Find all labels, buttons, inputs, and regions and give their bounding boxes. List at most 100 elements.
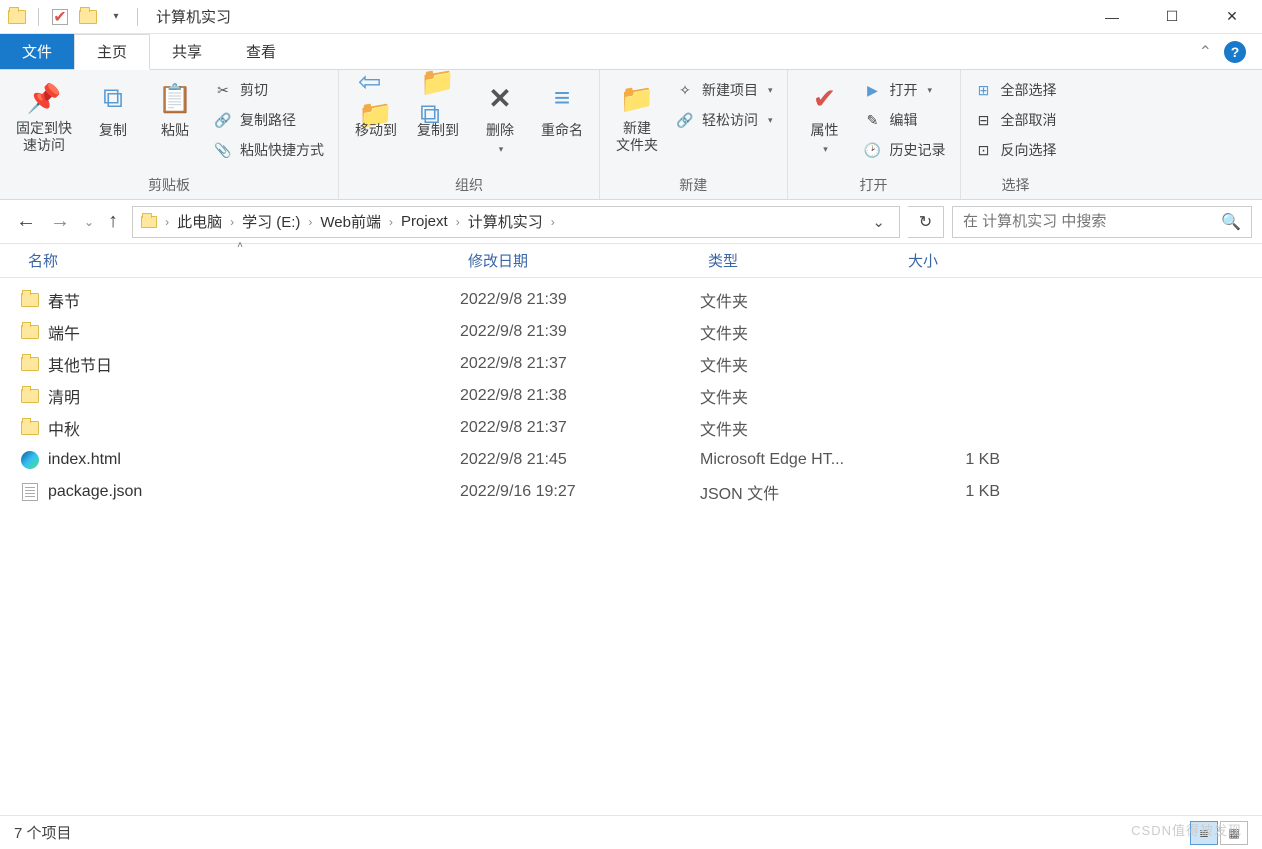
col-date[interactable]: 修改日期 [460, 250, 700, 271]
select-none-button[interactable]: ⊟全部取消 [971, 108, 1061, 132]
file-name: package.json [48, 483, 142, 501]
cut-icon: ✂ [214, 81, 232, 99]
paste-shortcut-button[interactable]: 📎粘贴快捷方式 [210, 138, 328, 162]
tab-view[interactable]: 查看 [224, 34, 298, 69]
select-all-button[interactable]: ⊞全部选择 [971, 78, 1061, 102]
minimize-button[interactable]: — [1082, 0, 1142, 34]
delete-button[interactable]: ✕删除▾ [473, 76, 527, 159]
copy-path-button[interactable]: 🔗复制路径 [210, 108, 328, 132]
select-all-icon: ⊞ [975, 81, 993, 99]
move-to-button[interactable]: ⇦📁移动到 [349, 76, 403, 144]
file-name: index.html [48, 451, 121, 469]
app-folder-icon[interactable] [6, 6, 28, 28]
watermark: CSDN值得被发现 [1131, 820, 1242, 839]
qat-dropdown-icon[interactable]: ▾ [105, 6, 127, 28]
edge-icon [20, 450, 40, 470]
new-folder-icon: 📁 [619, 80, 655, 116]
file-date: 2022/9/8 21:38 [460, 387, 700, 405]
group-label: 新建 [610, 173, 777, 197]
group-new: 📁新建 文件夹 ✧新建项目▾ 🔗轻松访问▾ 新建 [600, 70, 788, 199]
copy-button[interactable]: ⧉ 复制 [86, 76, 140, 144]
breadcrumb-item[interactable]: 计算机实习› [466, 211, 557, 232]
pin-icon: 📌 [26, 80, 62, 116]
back-button[interactable]: ← [16, 210, 36, 233]
tab-share[interactable]: 共享 [150, 34, 224, 69]
new-folder-button[interactable]: 📁新建 文件夹 [610, 76, 664, 158]
group-label: 组织 [349, 173, 589, 197]
breadcrumb-item[interactable]: Web前端› [318, 211, 395, 232]
file-row[interactable]: 中秋2022/9/8 21:37文件夹 [20, 412, 1262, 444]
cut-button[interactable]: ✂剪切 [210, 78, 328, 102]
breadcrumb-root-icon[interactable]: › [139, 215, 171, 229]
search-box[interactable]: 🔍 [952, 206, 1252, 238]
item-count: 7 个项目 [14, 822, 72, 843]
breadcrumb-item[interactable]: 学习 (E:)› [240, 211, 314, 232]
paste-button[interactable]: 📋 粘贴 [148, 76, 202, 144]
invert-selection-button[interactable]: ⊡反向选择 [971, 138, 1061, 162]
file-date: 2022/9/8 21:45 [460, 451, 700, 469]
tab-file[interactable]: 文件 [0, 34, 74, 69]
refresh-button[interactable]: ↻ [908, 206, 944, 238]
open-button[interactable]: ▶打开▾ [860, 78, 950, 102]
file-row[interactable]: package.json2022/9/16 19:27JSON 文件1 KB [20, 476, 1262, 508]
select-none-icon: ⊟ [975, 111, 993, 129]
search-input[interactable] [963, 213, 1221, 230]
file-row[interactable]: 端午2022/9/8 21:39文件夹 [20, 316, 1262, 348]
file-icon [20, 482, 40, 502]
file-row[interactable]: 春节2022/9/8 21:39文件夹 [20, 284, 1262, 316]
file-type: 文件夹 [700, 384, 900, 408]
pin-quickaccess-button[interactable]: 📌 固定到快 速访问 [10, 76, 78, 158]
breadcrumb-dropdown[interactable]: ⌄ [864, 213, 893, 231]
easy-access-button[interactable]: 🔗轻松访问▾ [672, 108, 777, 132]
open-folder-icon[interactable] [77, 6, 99, 28]
forward-button[interactable]: → [50, 210, 70, 233]
properties-button[interactable]: ✔属性▾ [798, 76, 852, 159]
new-item-button[interactable]: ✧新建项目▾ [672, 78, 777, 102]
window-controls: — ☐ ✕ [1082, 0, 1262, 34]
recent-locations-button[interactable]: ⌄ [84, 215, 94, 229]
col-type[interactable]: 类型 [700, 250, 900, 271]
edit-icon: ✎ [864, 111, 882, 129]
quick-access-toolbar: ✔ ▾ [0, 6, 148, 28]
rename-button[interactable]: ≡重命名 [535, 76, 589, 144]
folder-icon [20, 386, 40, 406]
file-date: 2022/9/8 21:37 [460, 419, 700, 437]
maximize-button[interactable]: ☐ [1142, 0, 1202, 34]
edit-button[interactable]: ✎编辑 [860, 108, 950, 132]
col-size[interactable]: 大小 [900, 250, 1020, 271]
file-row[interactable]: 清明 2022/9/8 21:38文件夹 [20, 380, 1262, 412]
copy-to-button[interactable]: 📁⧉复制到 [411, 76, 465, 144]
history-button[interactable]: 🕑历史记录 [860, 138, 950, 162]
group-select: ⊞全部选择 ⊟全部取消 ⊡反向选择 选择 [961, 70, 1071, 199]
file-name: 清明 [48, 384, 80, 408]
breadcrumb-item[interactable]: Projext› [399, 213, 462, 230]
search-icon[interactable]: 🔍 [1221, 212, 1241, 232]
navigation-bar: ← → ⌄ ↑ › 此电脑› 学习 (E:)› Web前端› Projext› … [0, 200, 1262, 244]
help-icon[interactable]: ? [1224, 41, 1246, 63]
folder-icon [20, 418, 40, 438]
copyto-icon: 📁⧉ [420, 80, 456, 116]
tab-home[interactable]: 主页 [74, 34, 150, 70]
paste-icon: 📋 [157, 80, 193, 116]
file-row[interactable]: index.html2022/9/8 21:45Microsoft Edge H… [20, 444, 1262, 476]
new-item-icon: ✧ [676, 81, 694, 99]
up-button[interactable]: ↑ [108, 210, 118, 233]
ribbon: 📌 固定到快 速访问 ⧉ 复制 📋 粘贴 ✂剪切 🔗复制路径 📎粘贴快捷方式 剪… [0, 70, 1262, 200]
close-button[interactable]: ✕ [1202, 0, 1262, 34]
properties-check-icon[interactable]: ✔ [49, 6, 71, 28]
file-date: 2022/9/8 21:37 [460, 355, 700, 373]
group-label: 选择 [971, 173, 1061, 197]
moveto-icon: ⇦📁 [358, 80, 394, 116]
file-type: 文件夹 [700, 416, 900, 440]
shortcut-icon: 📎 [214, 141, 232, 159]
breadcrumb-item[interactable]: 此电脑› [175, 211, 236, 232]
collapse-ribbon-icon[interactable]: ⌃ [1199, 42, 1212, 62]
file-type: 文件夹 [700, 288, 900, 312]
column-headers: 名称˄ 修改日期 类型 大小 [0, 244, 1262, 278]
breadcrumb[interactable]: › 此电脑› 学习 (E:)› Web前端› Projext› 计算机实习› ⌄ [132, 206, 900, 238]
file-date: 2022/9/8 21:39 [460, 323, 700, 341]
col-name[interactable]: 名称˄ [20, 250, 460, 271]
rename-icon: ≡ [544, 80, 580, 116]
file-name: 其他节日 [48, 352, 112, 376]
file-row[interactable]: 其他节日2022/9/8 21:37文件夹 [20, 348, 1262, 380]
